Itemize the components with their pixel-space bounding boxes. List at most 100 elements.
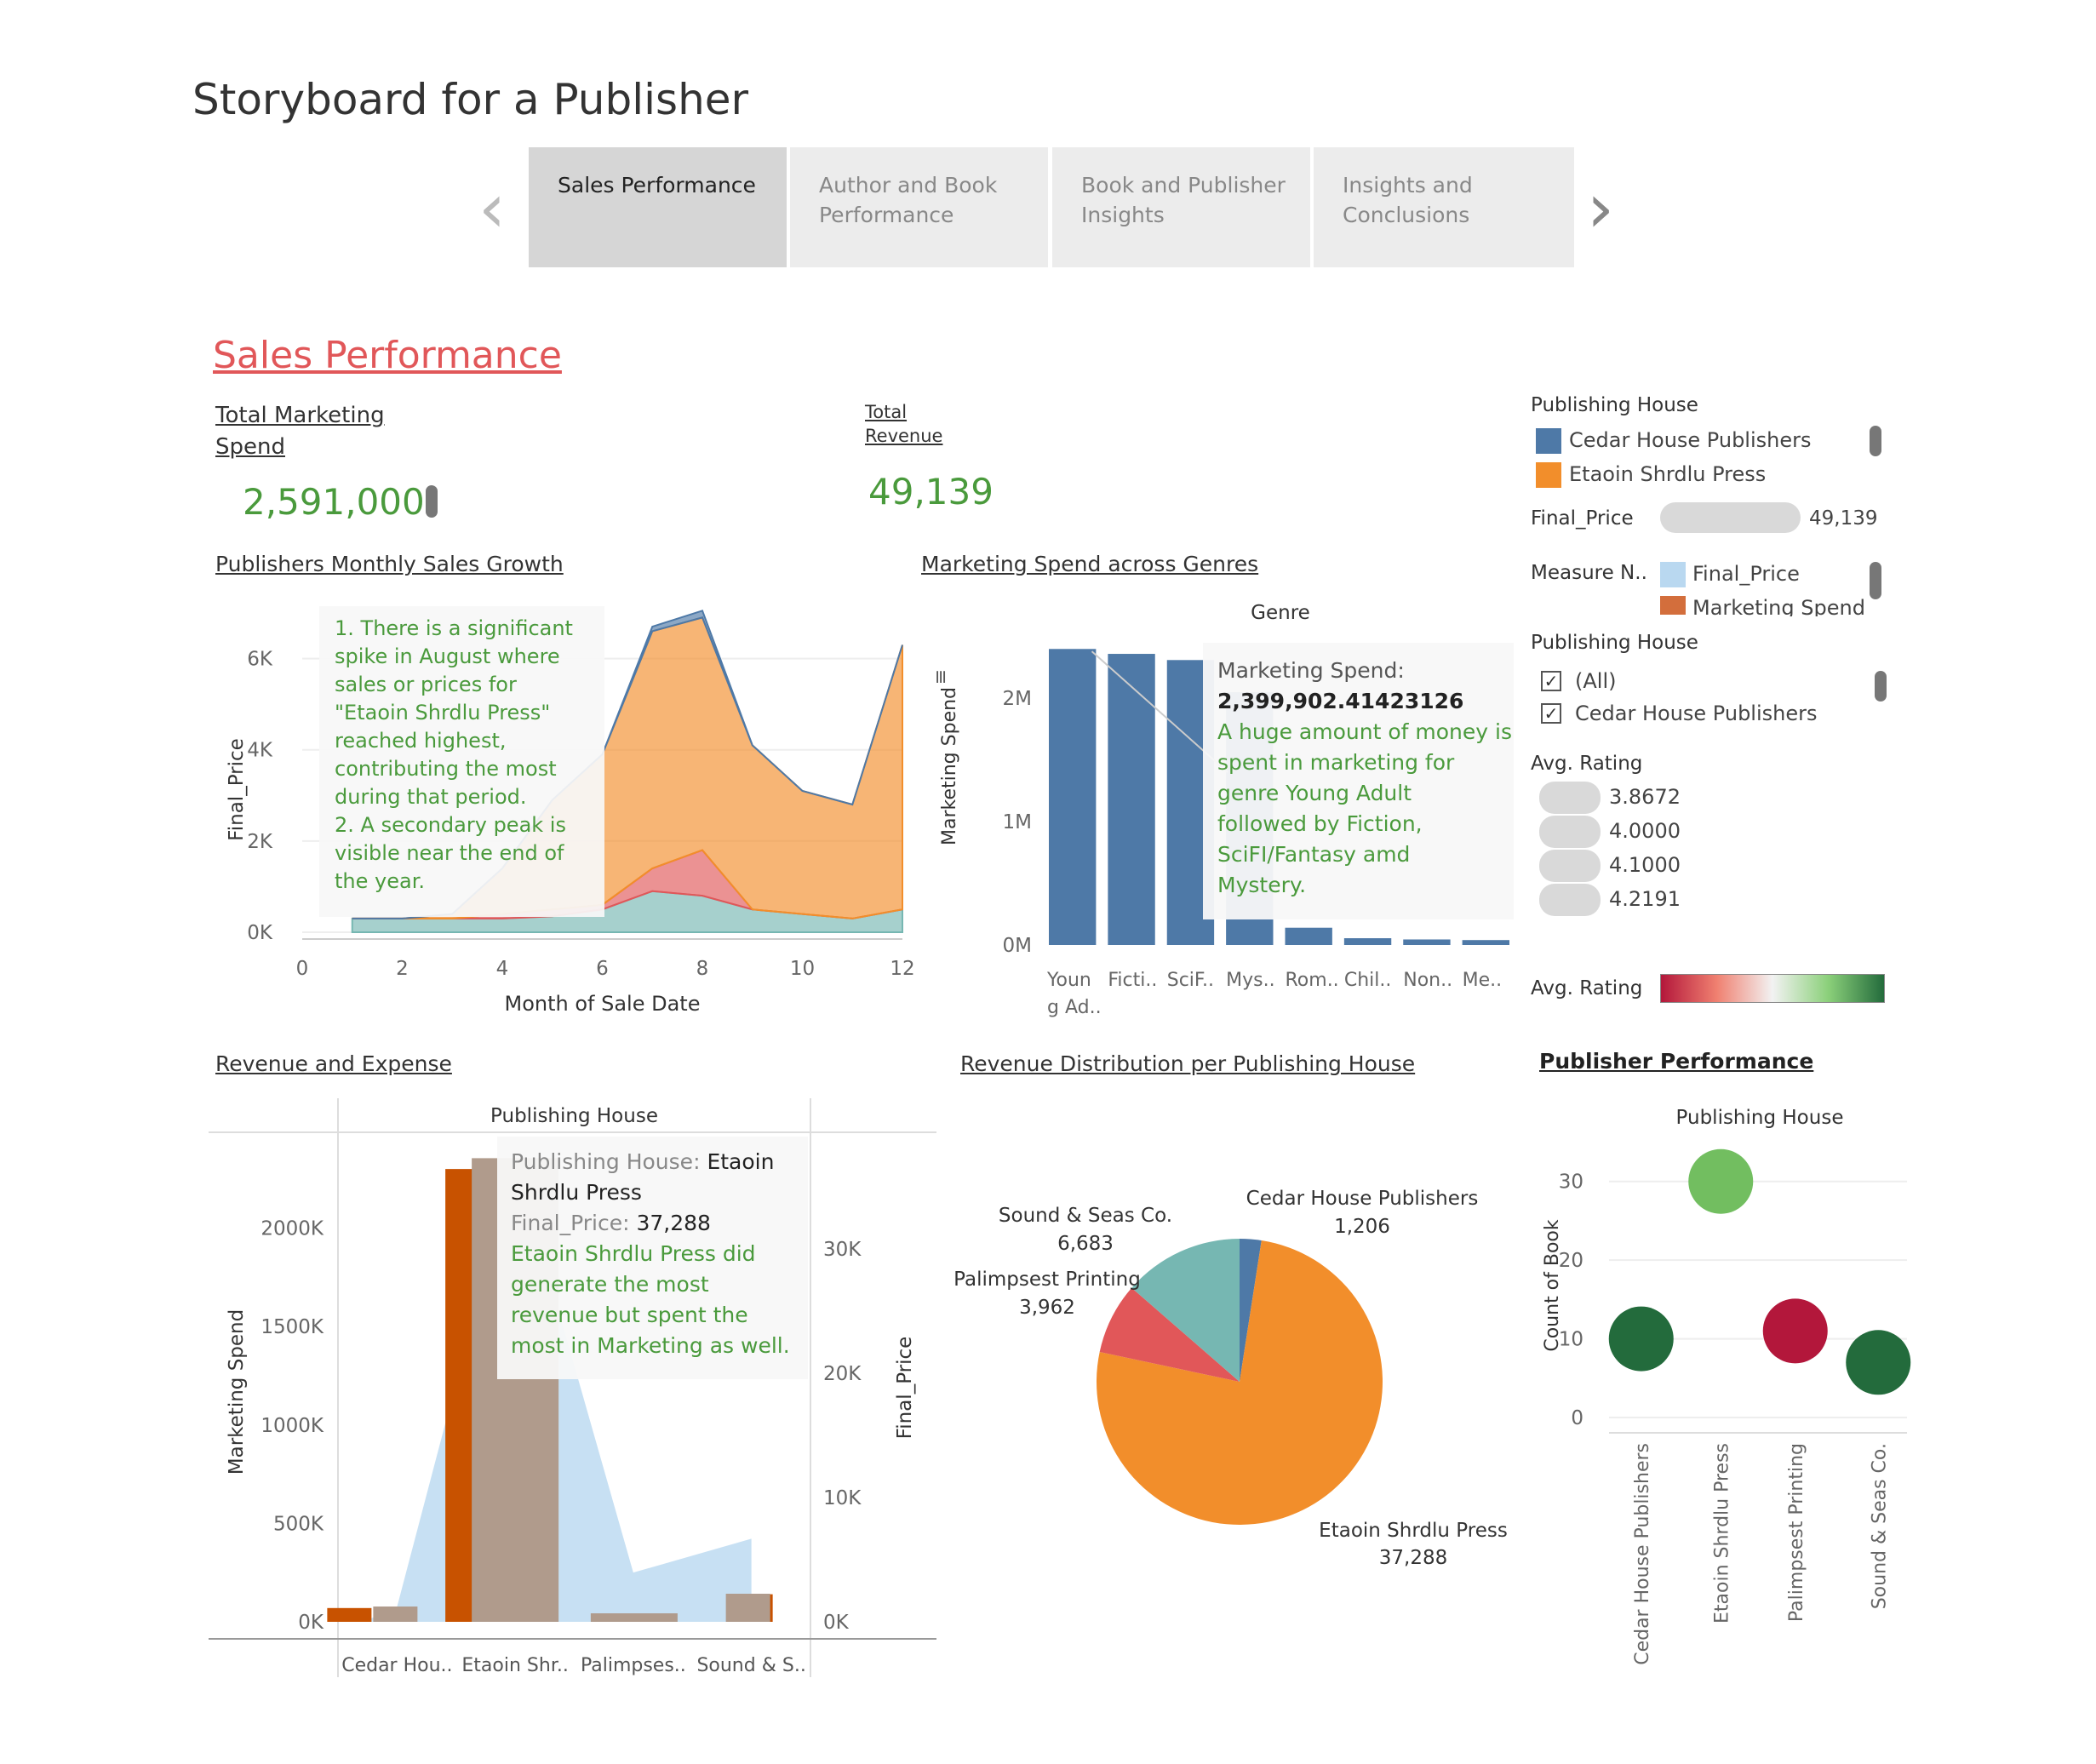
chart4-title: Revenue Distribution per Publishing Hous…	[960, 1051, 1416, 1076]
x-tick-label: Youn	[1046, 970, 1091, 991]
chart-header: Publishing House	[490, 1105, 658, 1127]
chart1-annotation: 1. There is a significant spike in Augus…	[335, 615, 573, 896]
y-tick-label: 1M	[1003, 811, 1032, 833]
annotation-line: "Etaoin Shrdlu Press"	[335, 701, 551, 724]
final-price-label: Final_Price	[1531, 507, 1634, 530]
marketing-bar	[327, 1607, 372, 1622]
measure-item-marketing-spend[interactable]: Marketing Spend	[1692, 596, 1865, 616]
left-axis-title: Marketing Spend	[226, 1309, 248, 1475]
filter-item-cedar[interactable]: Cedar House Publishers	[1575, 702, 1817, 725]
legend-scrollbar[interactable]	[1870, 426, 1881, 456]
legend-item-etaoin[interactable]: Etaoin Shrdlu Press	[1569, 462, 1766, 486]
tooltip-value: Etaoin	[707, 1149, 775, 1174]
final-price-size-pill	[1660, 502, 1801, 533]
x-tick-label: 12	[890, 958, 914, 980]
sort-icon: ≡	[931, 669, 952, 684]
checkbox-all[interactable]: ✓	[1541, 671, 1561, 691]
tab-book-and-publisher-insights[interactable]: Book and Publisher Insights	[1052, 147, 1310, 267]
annotation-line: sales or prices for	[335, 673, 517, 696]
tooltip-value: 37,288	[636, 1211, 711, 1235]
annotation-line: 2. A secondary peak is	[335, 813, 566, 837]
x-tick-label: 2	[396, 958, 409, 980]
left-tick-label: 500K	[273, 1513, 324, 1535]
left-tick-label: 0K	[298, 1612, 324, 1634]
section-title: Sales Performance	[213, 334, 562, 377]
chart3-tooltip-content: Publishing House: Etaoin Shrdlu Press Fi…	[511, 1147, 790, 1361]
measure-legend-title: Measure N..	[1531, 562, 1647, 584]
pie-label: Sound & Seas Co.	[999, 1205, 1172, 1227]
tooltip-line: SciFI/Fantasy amd	[1217, 842, 1411, 867]
legend-swatch	[1660, 596, 1686, 615]
rating-item: 4.2191	[1609, 887, 1681, 911]
checkbox-cedar[interactable]: ✓	[1541, 703, 1561, 724]
chart-header: Publishing House	[1676, 1107, 1844, 1129]
tab-label: Performance	[819, 203, 954, 227]
x-tick-label: g Ad..	[1047, 997, 1102, 1018]
rating-item: 4.0000	[1609, 819, 1681, 843]
filter-item-all[interactable]: (All)	[1575, 669, 1616, 693]
bubble	[1688, 1148, 1754, 1214]
tab-author-and-book-performance[interactable]: Author and Book Performance	[790, 147, 1048, 267]
tab-label: Insights	[1081, 203, 1165, 227]
tooltip-line: Publishing House: Etaoin	[511, 1147, 790, 1177]
prev-arrow-icon[interactable]: ‹	[478, 175, 506, 243]
bar	[1462, 940, 1509, 945]
tab-insights-and-conclusions[interactable]: Insights and Conclusions	[1314, 147, 1574, 267]
right-axis-title: Final_Price	[894, 1337, 916, 1440]
tab-label: Book and Publisher	[1081, 173, 1286, 198]
scroll-handle[interactable]	[426, 485, 438, 518]
x-tick-label: Palimpsest Printing	[1786, 1443, 1807, 1622]
chart2-tooltip-content: Marketing Spend: 2,399,902.41423126 A hu…	[1217, 656, 1512, 901]
tooltip-line: generate the most	[511, 1272, 709, 1297]
tooltip-line: genre Young Adult	[1217, 781, 1412, 805]
tab-label: Insights and	[1343, 173, 1473, 198]
pie-label: Etaoin Shrdlu Press	[1319, 1520, 1508, 1542]
kpi-label-line: Revenue	[865, 426, 943, 446]
x-tick-label: Chil..	[1344, 970, 1392, 991]
rating-size-pill	[1539, 884, 1601, 916]
filter-scrollbar[interactable]	[1875, 671, 1887, 702]
annotation-line: visible near the end of	[335, 841, 564, 865]
chart3-title: Revenue and Expense	[215, 1051, 452, 1076]
tab-label: Conclusions	[1343, 203, 1470, 227]
final-price-bar	[725, 1594, 770, 1622]
y-tick-label: 4K	[247, 740, 273, 762]
legend-title: Publishing House	[1531, 394, 1698, 416]
measure-scrollbar[interactable]	[1870, 562, 1881, 599]
tab-sales-performance[interactable]: Sales Performance	[529, 147, 787, 267]
left-tick-label: 1000K	[261, 1415, 324, 1437]
annotation-line: contributing the most	[335, 757, 557, 781]
legend-swatch	[1536, 428, 1561, 454]
y-tick-label: 6K	[247, 649, 273, 671]
bar	[1403, 939, 1451, 945]
x-tick-label: 10	[790, 958, 815, 980]
y-axis-title: Count of Book	[1542, 1219, 1563, 1352]
kpi-marketing-value: 2,591,000	[243, 481, 425, 523]
x-tick-label: Me..	[1463, 970, 1503, 991]
left-tick-label: 1500K	[261, 1316, 324, 1338]
measure-item-final-price[interactable]: Final_Price	[1692, 562, 1800, 586]
chart-header: Genre	[1251, 602, 1310, 624]
chart1-title: Publishers Monthly Sales Growth	[215, 552, 564, 576]
kpi-revenue-value: 49,139	[868, 471, 994, 513]
y-tick-label: 2M	[1003, 688, 1032, 710]
tooltip-line: Etaoin Shrdlu Press did	[511, 1241, 756, 1266]
tooltip-line: revenue but spent the	[511, 1303, 748, 1327]
y-tick-label: 2K	[247, 831, 273, 853]
tab-label: Author and Book	[819, 173, 998, 198]
y-tick-label: 0	[1571, 1407, 1583, 1429]
kpi-label-line: Total	[865, 402, 908, 422]
right-tick-label: 30K	[823, 1239, 862, 1261]
right-tick-label: 20K	[823, 1363, 862, 1385]
tooltip-line: most in Marketing as well.	[511, 1333, 790, 1358]
x-tick-label: 8	[696, 958, 709, 980]
rating-gradient-label: Avg. Rating	[1531, 977, 1643, 999]
rating-item: 3.8672	[1609, 785, 1681, 809]
x-tick-label: Ficti..	[1108, 970, 1157, 991]
next-arrow-icon[interactable]: ›	[1587, 175, 1614, 243]
legend-item-cedar[interactable]: Cedar House Publishers	[1569, 428, 1811, 452]
x-tick-label: 0	[296, 958, 309, 980]
x-tick-label: Cedar Hou..	[341, 1655, 452, 1676]
rating-size-pill	[1539, 850, 1601, 882]
tooltip-line: followed by Fiction,	[1217, 811, 1423, 836]
